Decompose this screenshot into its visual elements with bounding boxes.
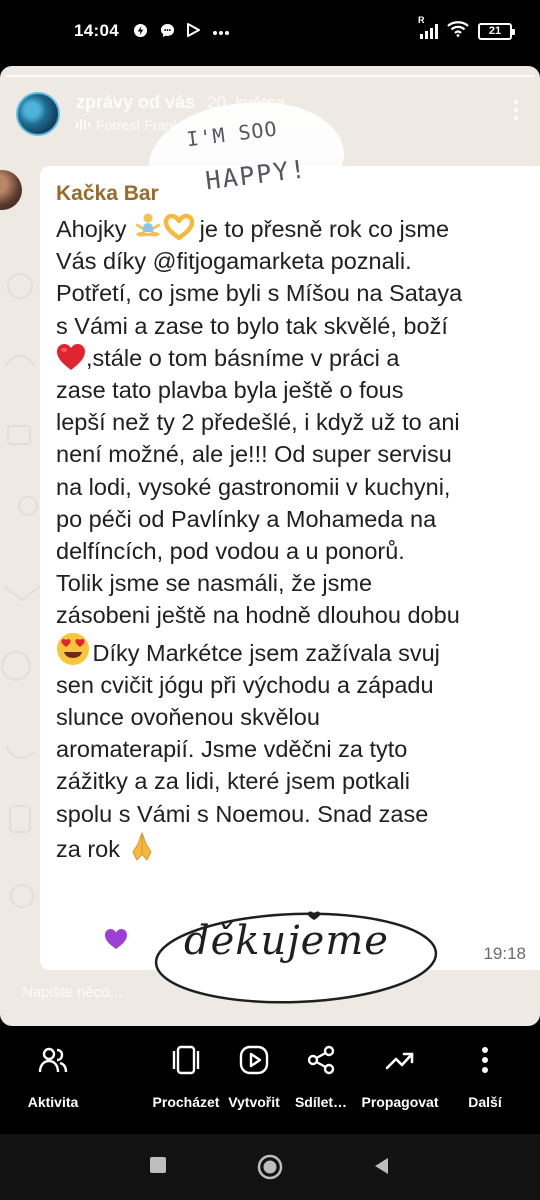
create-icon bbox=[236, 1042, 272, 1078]
signal-icon: R bbox=[418, 15, 438, 39]
story-options-icon[interactable] bbox=[506, 96, 526, 124]
activity-icon bbox=[35, 1042, 71, 1078]
story-username[interactable]: zprávy od vás bbox=[76, 92, 195, 113]
toolbar-promote[interactable]: Propagovat bbox=[354, 1030, 446, 1130]
toolbar-activity[interactable]: Aktivita bbox=[18, 1030, 88, 1130]
battery-icon: 21 bbox=[478, 22, 515, 40]
toolbar-create-label: Vytvořit bbox=[228, 1094, 280, 1110]
toolbar-more[interactable]: Další bbox=[458, 1030, 512, 1130]
more-notifications-icon bbox=[212, 24, 230, 38]
battery-level: 21 bbox=[488, 25, 502, 37]
heart-eyes-emoji bbox=[56, 632, 89, 665]
music-icon bbox=[76, 119, 90, 131]
toolbar-browse[interactable]: Procházet bbox=[146, 1030, 226, 1130]
browse-icon bbox=[168, 1042, 204, 1078]
story-progress-bar bbox=[6, 75, 534, 77]
reply-input[interactable]: Napište něco... bbox=[22, 984, 122, 1001]
chat-message-bubble: Kačka Bar Ahojky je to přesně rok co jsm… bbox=[40, 166, 540, 970]
system-icons: R 21 bbox=[418, 15, 515, 42]
messenger-chat-icon bbox=[160, 23, 175, 40]
toolbar-promote-label: Propagovat bbox=[361, 1094, 439, 1110]
message-text-part: ,stále o tom básníme v práci a zase tato… bbox=[56, 344, 460, 629]
message-text-part: Díky Markétce jsem zažívala svuj sen cvi… bbox=[56, 639, 440, 862]
dekujeme-sticker: děkujeme bbox=[150, 904, 442, 1008]
roaming-label: R bbox=[418, 15, 425, 25]
message-text: Ahojky je to přesně rok co jsme Vás díky… bbox=[56, 212, 536, 865]
wifi-icon bbox=[447, 20, 469, 42]
story-viewer[interactable]: Kačka Bar Ahojky je to přesně rok co jsm… bbox=[0, 66, 540, 1026]
more-vertical-icon bbox=[467, 1042, 503, 1078]
folded-hands-emoji bbox=[127, 830, 157, 861]
toolbar-share[interactable]: Sdílet… bbox=[290, 1030, 352, 1130]
message-text-part: Ahojky bbox=[56, 216, 134, 242]
toolbar-browse-label: Procházet bbox=[152, 1094, 220, 1110]
toolbar-activity-label: Aktivita bbox=[27, 1094, 79, 1110]
toolbar-create[interactable]: Vytvořit bbox=[222, 1030, 286, 1130]
status-bar: 14:04 R 21 bbox=[0, 0, 540, 62]
person-in-lotus-position-emoji bbox=[133, 212, 163, 242]
purple-heart-icon bbox=[105, 929, 127, 949]
toolbar-share-label: Sdílet… bbox=[294, 1094, 348, 1110]
recents-button[interactable] bbox=[149, 1156, 167, 1174]
play-store-icon bbox=[186, 23, 200, 39]
message-timestamp: 19:18 bbox=[483, 944, 526, 963]
red-heart-emoji bbox=[56, 343, 86, 373]
heart-hands-emoji bbox=[163, 212, 195, 242]
happy-sticker-line2: HAPPY! bbox=[203, 154, 309, 196]
story-avatar[interactable] bbox=[16, 92, 60, 136]
home-button[interactable] bbox=[257, 1154, 283, 1180]
share-icon bbox=[303, 1042, 339, 1078]
toolbar-more-label: Další bbox=[468, 1094, 502, 1110]
happy-sticker-line1: I'M SOO bbox=[185, 116, 279, 152]
notification-icons bbox=[133, 23, 230, 40]
status-time: 14:04 bbox=[74, 21, 119, 40]
data-saver-icon bbox=[133, 23, 148, 40]
promote-icon bbox=[382, 1042, 418, 1078]
back-button[interactable] bbox=[372, 1156, 390, 1176]
story-toolbar: Aktivita Procházet Vytvořit Sdílet… Prop… bbox=[0, 1030, 540, 1134]
system-navigation-bar bbox=[0, 1134, 540, 1200]
dekujeme-text: děkujeme bbox=[184, 918, 389, 964]
